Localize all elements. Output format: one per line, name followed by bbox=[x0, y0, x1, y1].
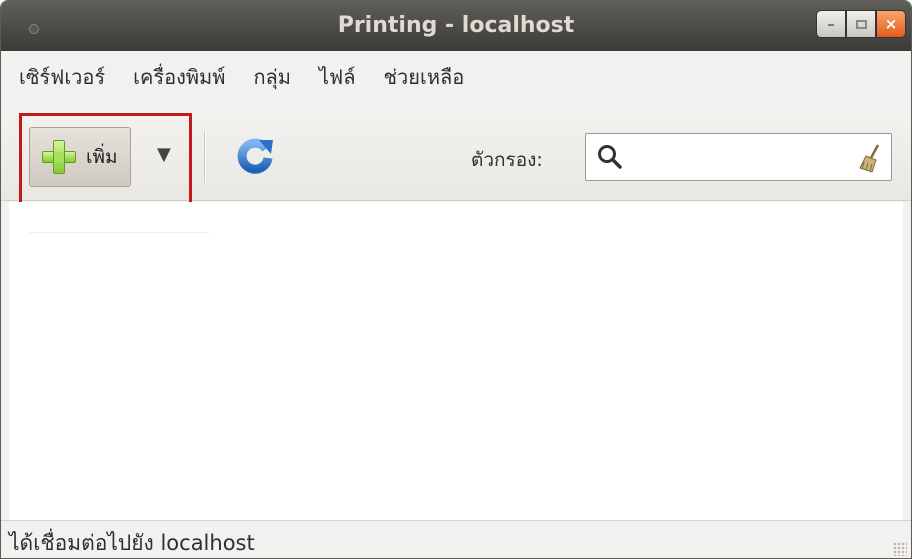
window-title: Printing - localhost bbox=[337, 13, 575, 38]
menu-server[interactable]: เซิร์ฟเวอร์ bbox=[19, 61, 105, 93]
menu-group[interactable]: กลุ่ม bbox=[253, 61, 291, 93]
filter-input[interactable] bbox=[630, 142, 840, 172]
printer-list-area[interactable] bbox=[9, 202, 903, 520]
broom-clear-icon[interactable] bbox=[856, 142, 884, 174]
annotation-highlight bbox=[19, 113, 192, 207]
title-bar[interactable]: Printing - localhost – × bbox=[1, 1, 911, 51]
list-divider bbox=[29, 232, 209, 233]
printing-window: Printing - localhost – × เซิร์ฟเวอร์ เคร… bbox=[0, 0, 912, 559]
filter-label: ตัวกรอง: bbox=[471, 149, 543, 171]
close-button[interactable]: × bbox=[876, 10, 906, 38]
refresh-icon[interactable] bbox=[235, 136, 275, 176]
menu-printer[interactable]: เครื่องพิมพ์ bbox=[133, 61, 225, 93]
toolbar-separator bbox=[204, 131, 206, 183]
maximize-button[interactable] bbox=[846, 10, 876, 38]
menu-file[interactable]: ไฟล์ bbox=[319, 61, 355, 93]
close-icon: × bbox=[884, 15, 898, 33]
resize-grip-icon[interactable] bbox=[893, 542, 907, 556]
menu-bar: เซิร์ฟเวอร์ เครื่องพิมพ์ กลุ่ม ไฟล์ ช่วย… bbox=[1, 51, 911, 103]
maximize-icon bbox=[855, 19, 867, 29]
status-bar: ได้เชื่อมต่อไปยัง localhost bbox=[1, 520, 911, 558]
minimize-button[interactable]: – bbox=[816, 10, 846, 38]
filter-search-box[interactable] bbox=[585, 133, 892, 181]
status-text: ได้เชื่อมต่อไปยัง localhost bbox=[9, 531, 255, 555]
minimize-icon: – bbox=[827, 15, 835, 33]
search-icon bbox=[598, 145, 622, 169]
menu-help[interactable]: ช่วยเหลือ bbox=[383, 61, 464, 93]
